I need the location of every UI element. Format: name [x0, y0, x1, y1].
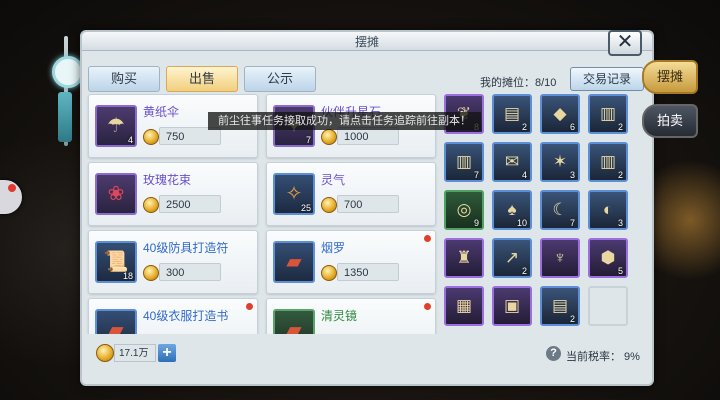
inventory-slot[interactable]: ♠ 10	[492, 190, 532, 230]
tab-public[interactable]: 公示	[244, 66, 316, 92]
inventory-slot[interactable]: ✶ 3	[540, 142, 580, 182]
item-count: 2	[617, 122, 623, 132]
window-title: 摆摊	[354, 35, 379, 49]
listing-card[interactable]: ▰ 40级衣服打造书	[88, 298, 258, 334]
item-count: 9	[473, 218, 479, 228]
item-slot: ▰	[273, 309, 315, 334]
new-badge-dot	[424, 303, 431, 310]
inventory-grid: ❦8▤2◆6▥2▥7✉4✶3▥2◎9♠10☾7◐3♜↗2♆⬢5▦▣▤2	[444, 94, 642, 334]
map-icon: ▦	[455, 296, 473, 315]
listing-card[interactable]: ▰ 清灵镜	[266, 298, 436, 334]
coin-icon	[321, 265, 337, 281]
item-name: 黄纸伞	[143, 105, 180, 119]
item-count: 7	[569, 218, 575, 228]
item-count: 10	[516, 218, 527, 228]
inventory-slot[interactable]: ♜	[444, 238, 484, 278]
currency-amount: 17.1万	[114, 344, 156, 362]
inventory-slot[interactable]: ◐ 3	[588, 190, 628, 230]
item-name: 灵气	[321, 173, 346, 187]
inventory-slot[interactable]	[588, 286, 628, 326]
inventory-slot[interactable]: ♆	[540, 238, 580, 278]
side-tab-stall[interactable]: 摆摊	[642, 60, 698, 94]
trident-icon: ♆	[553, 248, 567, 267]
inventory-slot[interactable]: ▣	[492, 286, 532, 326]
side-tab-auction[interactable]: 拍卖	[642, 104, 698, 138]
inventory-slot[interactable]: ☾ 7	[540, 190, 580, 230]
red-dot-icon	[8, 184, 16, 192]
item-count: 4	[521, 170, 527, 180]
inventory-slot[interactable]: ▥ 2	[588, 142, 628, 182]
item-name: 玫瑰花束	[143, 173, 192, 187]
tassel-ornament	[58, 92, 72, 142]
item-count: 7	[305, 135, 311, 145]
coin-icon	[96, 344, 114, 362]
item-price: 700	[337, 195, 399, 213]
close-button[interactable]: ✕	[608, 30, 642, 56]
rose-bouquet-icon: ❀	[107, 183, 125, 205]
inventory-slot[interactable]: ▤ 2	[492, 94, 532, 134]
coin-icon	[321, 129, 337, 145]
item-count: 3	[617, 218, 623, 228]
item-count: 6	[569, 122, 575, 132]
inventory-slot[interactable]: ◎ 9	[444, 190, 484, 230]
title-bar: 摆摊	[82, 32, 652, 51]
item-price: 300	[159, 263, 221, 281]
item-slot: 📜 18	[95, 241, 137, 283]
listing-card[interactable]: 📜 18 40级防具打造符 300	[88, 230, 258, 294]
item-count: 2	[521, 266, 527, 276]
toast-message: 前尘往事任务接取成功，请点击任务追踪前往副本！	[208, 112, 481, 130]
coin-icon	[143, 265, 159, 281]
inventory-slot[interactable]: ▦	[444, 286, 484, 326]
coin-icon	[143, 129, 159, 145]
listing-card[interactable]: ❀ 玫瑰花束 2500	[88, 162, 258, 226]
coin-icon	[143, 197, 159, 213]
trade-log-button[interactable]: 交易记录	[570, 67, 644, 91]
new-badge-dot	[424, 235, 431, 242]
item-slot: ❀	[95, 173, 137, 215]
inventory-slot[interactable]: ▤ 2	[540, 286, 580, 326]
item-name: 40级衣服打造书	[143, 309, 229, 323]
inventory-slot[interactable]: ↗ 2	[492, 238, 532, 278]
listing-card[interactable]: ▰ 烟罗 1350	[266, 230, 436, 294]
listing-list[interactable]: ☂ 4 黄纸伞 750 ✦ 7 伙伴升星石 1000 ❀ 玫瑰花束 250	[84, 94, 440, 334]
inventory-slot[interactable]: ▥ 2	[588, 94, 628, 134]
listing-card[interactable]: ✧ 25 灵气 700	[266, 162, 436, 226]
item-count: 4	[127, 135, 133, 145]
item-count: 18	[122, 271, 133, 281]
item-count: 7	[473, 170, 479, 180]
item-slot: ▰	[95, 309, 137, 334]
item-slot: ✧ 25	[273, 173, 315, 215]
item-count: 25	[300, 203, 311, 213]
new-badge-dot	[246, 303, 253, 310]
item-name: 清灵镜	[321, 309, 358, 323]
tab-sell[interactable]: 出售	[166, 66, 238, 92]
item-price: 1350	[337, 263, 399, 281]
item-count: 2	[569, 314, 575, 324]
item-name: 烟罗	[321, 241, 346, 255]
item-count: 2	[521, 122, 527, 132]
coin-icon	[321, 197, 337, 213]
item-count: 2	[617, 170, 623, 180]
item-price: 2500	[159, 195, 221, 213]
stall-count: 我的摊位：8/10	[480, 77, 557, 89]
tax-rate: 当前税率： 9%	[566, 351, 640, 363]
inventory-slot[interactable]: ⬢ 5	[588, 238, 628, 278]
stall-panel: 摆摊 ✕ 购买 出售 公示 我的摊位：8/10 交易记录 ☂ 4 黄纸伞 750…	[80, 30, 654, 386]
item-count: 5	[617, 266, 623, 276]
help-icon[interactable]: ?	[546, 346, 561, 361]
book-icon: ▰	[108, 319, 124, 334]
add-currency-button[interactable]: +	[158, 344, 176, 362]
inventory-slot[interactable]: ◆ 6	[540, 94, 580, 134]
tome-icon: ▣	[503, 296, 521, 315]
inventory-slot[interactable]: ▥ 7	[444, 142, 484, 182]
item-name: 40级防具打造符	[143, 241, 229, 255]
inventory-slot[interactable]: ✉ 4	[492, 142, 532, 182]
armor-icon: ♜	[456, 248, 472, 267]
mirror-icon: ▰	[286, 319, 302, 334]
item-slot: ☂ 4	[95, 105, 137, 147]
firework-icon: ▰	[286, 251, 302, 273]
item-slot: ▰	[273, 241, 315, 283]
tab-buy[interactable]: 购买	[88, 66, 160, 92]
item-count: 3	[569, 170, 575, 180]
